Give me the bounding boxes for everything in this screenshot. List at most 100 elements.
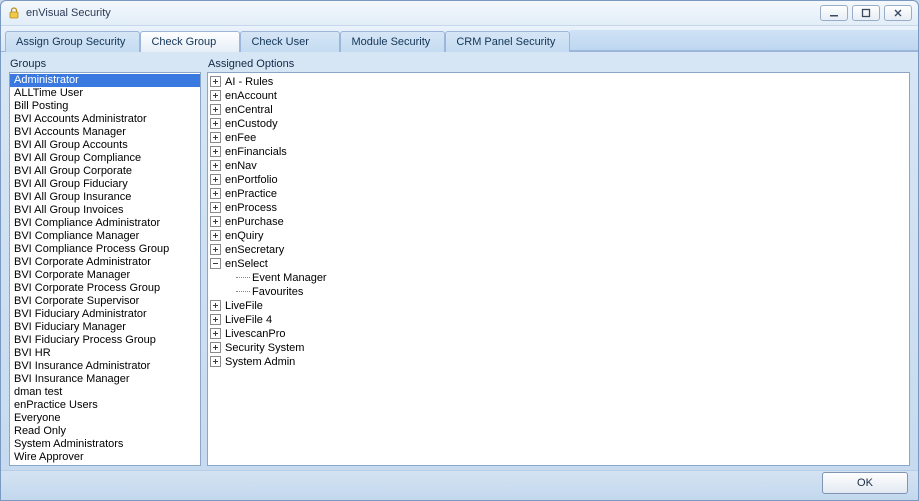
tree-node-label: enCentral bbox=[225, 103, 273, 117]
list-item[interactable]: BVI Corporate Process Group bbox=[10, 282, 200, 295]
list-item[interactable]: BVI Insurance Administrator bbox=[10, 360, 200, 373]
maximize-button[interactable] bbox=[852, 5, 880, 21]
lock-icon bbox=[7, 6, 21, 20]
list-item[interactable]: BVI All Group Corporate bbox=[10, 165, 200, 178]
list-item[interactable]: Everyone bbox=[10, 412, 200, 425]
footer: OK bbox=[1, 470, 918, 500]
tree-node-label: enPortfolio bbox=[225, 173, 278, 187]
expand-icon[interactable] bbox=[210, 216, 221, 227]
tree-node-label: enFee bbox=[225, 131, 256, 145]
tree-node-label: enSelect bbox=[225, 257, 268, 271]
list-item[interactable]: System Administrators bbox=[10, 438, 200, 451]
tab-strip: Assign Group SecurityCheck GroupCheck Us… bbox=[1, 26, 918, 52]
list-item[interactable]: enPractice Users bbox=[10, 399, 200, 412]
list-item[interactable]: BVI All Group Insurance bbox=[10, 191, 200, 204]
expand-icon[interactable] bbox=[210, 76, 221, 87]
tree-node[interactable]: LiveFile 4 bbox=[210, 313, 909, 327]
expand-icon[interactable] bbox=[210, 146, 221, 157]
tree-node[interactable]: enCentral bbox=[210, 103, 909, 117]
list-item[interactable]: Bill Posting bbox=[10, 100, 200, 113]
expand-icon[interactable] bbox=[210, 342, 221, 353]
tree-node[interactable]: enSecretary bbox=[210, 243, 909, 257]
expand-icon[interactable] bbox=[210, 244, 221, 255]
list-item[interactable]: BVI Corporate Supervisor bbox=[10, 295, 200, 308]
list-item[interactable]: BVI Compliance Manager bbox=[10, 230, 200, 243]
tree-node-label: LiveFile bbox=[225, 299, 263, 313]
list-item[interactable]: BVI All Group Compliance bbox=[10, 152, 200, 165]
list-item[interactable]: BVI Compliance Process Group bbox=[10, 243, 200, 256]
tree-node[interactable]: enCustody bbox=[210, 117, 909, 131]
tree-node-label: Favourites bbox=[252, 285, 303, 299]
expand-icon[interactable] bbox=[210, 104, 221, 115]
expand-icon[interactable] bbox=[210, 230, 221, 241]
list-item[interactable]: BVI Accounts Administrator bbox=[10, 113, 200, 126]
expand-icon[interactable] bbox=[210, 188, 221, 199]
expand-icon[interactable] bbox=[210, 314, 221, 325]
groups-listbox[interactable]: AdministratorALLTime UserBill PostingBVI… bbox=[9, 72, 201, 466]
expand-icon[interactable] bbox=[210, 160, 221, 171]
tab-check-user[interactable]: Check User bbox=[240, 31, 340, 52]
list-item[interactable]: Wire Approver bbox=[10, 451, 200, 464]
tree-node[interactable]: enAccount bbox=[210, 89, 909, 103]
tree-node-label: enAccount bbox=[225, 89, 277, 103]
list-item[interactable]: BVI All Group Fiduciary bbox=[10, 178, 200, 191]
close-button[interactable] bbox=[884, 5, 912, 21]
tree-node[interactable]: enNav bbox=[210, 159, 909, 173]
tree-node[interactable]: enFee bbox=[210, 131, 909, 145]
main-body: Groups AdministratorALLTime UserBill Pos… bbox=[1, 52, 918, 470]
assigned-options-panel: Assigned Options AI - RulesenAccountenCe… bbox=[207, 58, 910, 466]
list-item[interactable]: BVI Insurance Manager bbox=[10, 373, 200, 386]
window-controls bbox=[820, 5, 912, 21]
assigned-options-tree[interactable]: AI - RulesenAccountenCentralenCustodyenF… bbox=[207, 72, 910, 466]
list-item[interactable]: BVI Fiduciary Manager bbox=[10, 321, 200, 334]
minimize-button[interactable] bbox=[820, 5, 848, 21]
list-item[interactable]: BVI Accounts Manager bbox=[10, 126, 200, 139]
expand-icon[interactable] bbox=[210, 174, 221, 185]
expand-icon[interactable] bbox=[210, 118, 221, 129]
tree-node-label: enFinancials bbox=[225, 145, 287, 159]
expand-icon[interactable] bbox=[210, 328, 221, 339]
list-item[interactable]: BVI Corporate Manager bbox=[10, 269, 200, 282]
expand-icon[interactable] bbox=[210, 202, 221, 213]
tree-node[interactable]: System Admin bbox=[210, 355, 909, 369]
tree-child-node[interactable]: Event Manager bbox=[210, 271, 909, 285]
list-item[interactable]: BVI Compliance Administrator bbox=[10, 217, 200, 230]
app-window: enVisual Security Assign Group SecurityC… bbox=[0, 0, 919, 501]
tree-node[interactable]: enPortfolio bbox=[210, 173, 909, 187]
tree-node[interactable]: enPractice bbox=[210, 187, 909, 201]
tree-node[interactable]: enSelect bbox=[210, 257, 909, 271]
tree-node[interactable]: LiveFile bbox=[210, 299, 909, 313]
tree-node[interactable]: enProcess bbox=[210, 201, 909, 215]
tree-node[interactable]: enFinancials bbox=[210, 145, 909, 159]
list-item[interactable]: BVI HR bbox=[10, 347, 200, 360]
list-item[interactable]: Administrator bbox=[10, 74, 200, 87]
tree-node[interactable]: enQuiry bbox=[210, 229, 909, 243]
tree-node-label: System Admin bbox=[225, 355, 295, 369]
list-item[interactable]: ALLTime User bbox=[10, 87, 200, 100]
list-item[interactable]: BVI Fiduciary Process Group bbox=[10, 334, 200, 347]
collapse-icon[interactable] bbox=[210, 258, 221, 269]
expand-icon[interactable] bbox=[210, 90, 221, 101]
tab-module-security[interactable]: Module Security bbox=[340, 31, 445, 52]
list-item[interactable]: BVI Corporate Administrator bbox=[10, 256, 200, 269]
list-item[interactable]: dman test bbox=[10, 386, 200, 399]
expand-icon[interactable] bbox=[210, 300, 221, 311]
tree-node[interactable]: enPurchase bbox=[210, 215, 909, 229]
tree-node[interactable]: Security System bbox=[210, 341, 909, 355]
ok-button[interactable]: OK bbox=[822, 472, 908, 494]
expand-icon[interactable] bbox=[210, 356, 221, 367]
tree-node-label: AI - Rules bbox=[225, 75, 273, 89]
expand-icon[interactable] bbox=[210, 132, 221, 143]
groups-panel: Groups AdministratorALLTime UserBill Pos… bbox=[9, 58, 201, 466]
tree-child-node[interactable]: Favourites bbox=[210, 285, 909, 299]
list-item[interactable]: BVI All Group Accounts bbox=[10, 139, 200, 152]
tree-node[interactable]: AI - Rules bbox=[210, 75, 909, 89]
tree-node-label: enSecretary bbox=[225, 243, 284, 257]
list-item[interactable]: BVI All Group Invoices bbox=[10, 204, 200, 217]
tab-check-group[interactable]: Check Group bbox=[140, 31, 240, 52]
list-item[interactable]: BVI Fiduciary Administrator bbox=[10, 308, 200, 321]
list-item[interactable]: Read Only bbox=[10, 425, 200, 438]
tab-crm-panel-security[interactable]: CRM Panel Security bbox=[445, 31, 570, 52]
tree-node[interactable]: LivescanPro bbox=[210, 327, 909, 341]
tab-assign-group-security[interactable]: Assign Group Security bbox=[5, 31, 140, 52]
